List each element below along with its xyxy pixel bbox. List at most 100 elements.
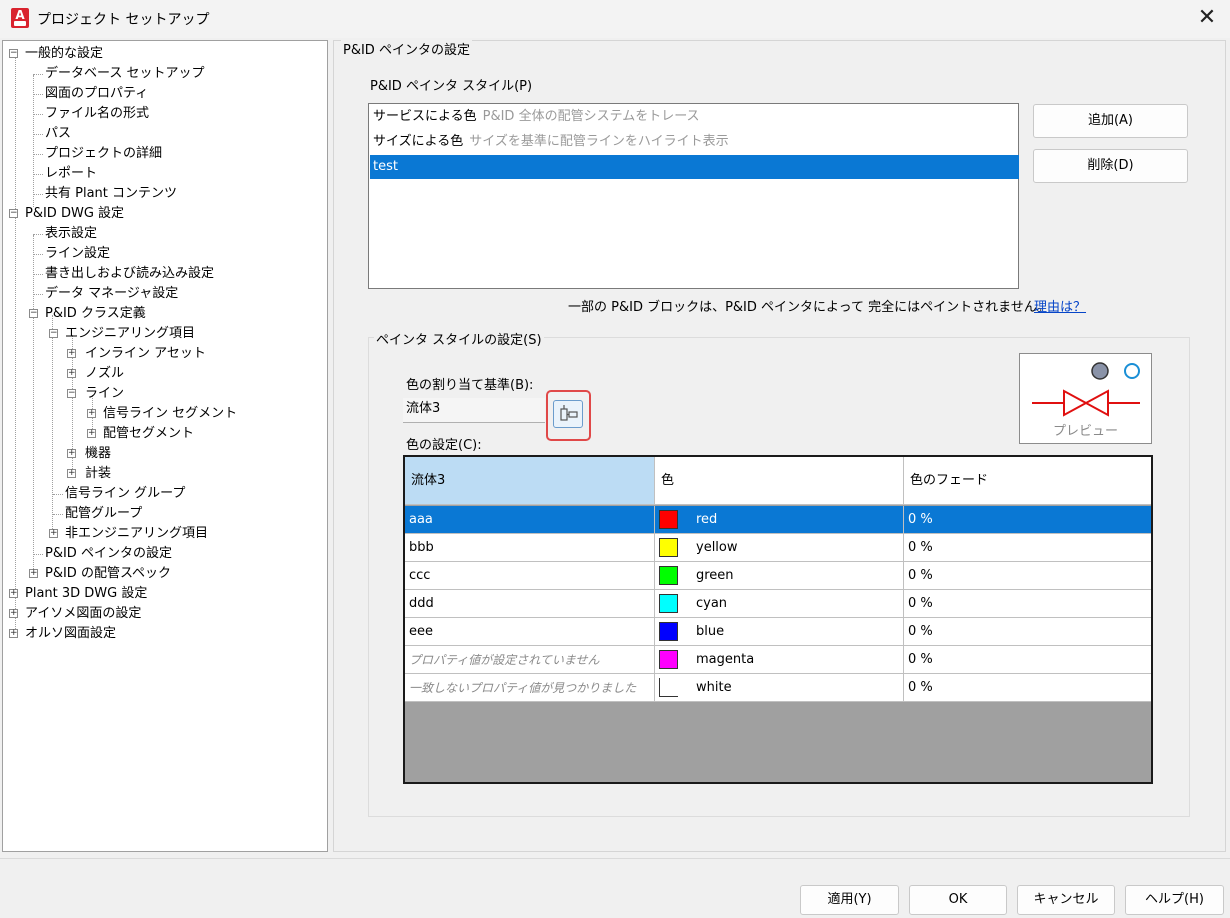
tree-expander[interactable]: +: [29, 569, 38, 578]
style-description: P&ID 全体の配管システムをトレース: [482, 109, 700, 124]
tree-expander[interactable]: +: [9, 589, 18, 598]
tree-item[interactable]: 配管セグメント: [103, 424, 194, 444]
tree-expander[interactable]: −: [67, 389, 76, 398]
tree-item[interactable]: 表示設定: [45, 224, 97, 244]
tree-expander[interactable]: +: [9, 609, 18, 618]
preview-box: プレビュー: [1019, 353, 1152, 444]
cell-color[interactable]: green: [655, 562, 904, 590]
cell-property-value[interactable]: プロパティ値が設定されていません: [405, 646, 655, 674]
tree-item[interactable]: 共有 Plant コンテンツ: [45, 184, 177, 204]
tree-item[interactable]: P&ID クラス定義: [45, 304, 146, 324]
cancel-button[interactable]: キャンセル: [1017, 885, 1115, 915]
tree-expander[interactable]: −: [9, 49, 18, 58]
tree-item[interactable]: データベース セットアップ: [45, 64, 204, 84]
cell-fade[interactable]: 0 %: [904, 562, 1151, 590]
tree-item[interactable]: 計装: [85, 464, 111, 484]
cell-property-value[interactable]: ccc: [405, 562, 655, 590]
tree-item[interactable]: 図面のプロパティ: [45, 84, 148, 104]
cell-fade[interactable]: 0 %: [904, 646, 1151, 674]
tree-item[interactable]: データ マネージャ設定: [45, 284, 178, 304]
style-list-item[interactable]: test: [370, 155, 1019, 179]
tree-item[interactable]: 一般的な設定: [25, 44, 103, 64]
delete-button[interactable]: 削除(D): [1033, 149, 1188, 183]
color-swatch: [659, 566, 678, 585]
tree-item[interactable]: エンジニアリング項目: [65, 324, 195, 344]
cell-property-value[interactable]: bbb: [405, 534, 655, 562]
tree-item[interactable]: ライン: [85, 384, 124, 404]
tree-item[interactable]: プロジェクトの詳細: [45, 144, 162, 164]
grid-header-fade[interactable]: 色のフェード: [904, 457, 1151, 505]
tree-item[interactable]: ノズル: [85, 364, 124, 384]
color-name: red: [696, 512, 718, 527]
cell-fade[interactable]: 0 %: [904, 506, 1151, 534]
cell-color[interactable]: cyan: [655, 590, 904, 618]
assign-property-field[interactable]: 流体3: [403, 398, 545, 423]
tree-item[interactable]: P&ID の配管スペック: [45, 564, 171, 584]
color-swatch: [659, 594, 678, 613]
cell-fade[interactable]: 0 %: [904, 590, 1151, 618]
tree-item[interactable]: P&ID DWG 設定: [25, 204, 124, 224]
color-name: white: [696, 680, 732, 695]
tree-item[interactable]: P&ID ペインタの設定: [45, 544, 172, 564]
cell-property-value[interactable]: ddd: [405, 590, 655, 618]
close-button[interactable]: ✕: [1190, 4, 1224, 34]
ok-button[interactable]: OK: [909, 885, 1007, 915]
tree-expander[interactable]: +: [67, 369, 76, 378]
tree-item[interactable]: オルソ図面設定: [25, 624, 116, 644]
style-list-item[interactable]: サイズによる色 サイズを基準に配管ラインをハイライト表示: [370, 130, 1019, 154]
tree-expander[interactable]: −: [9, 209, 18, 218]
color-swatch: [659, 538, 678, 557]
tree-expander[interactable]: +: [67, 449, 76, 458]
tree-item[interactable]: 非エンジニアリング項目: [65, 524, 208, 544]
cell-color[interactable]: magenta: [655, 646, 904, 674]
settings-tree[interactable]: − 一般的な設定 データベース セットアップ 図面のプロパティ ファイル名の形式 パス プロ…: [2, 40, 328, 852]
style-description: サイズを基準に配管ラインをハイライト表示: [469, 134, 729, 149]
tree-expander[interactable]: −: [29, 309, 38, 318]
cell-color[interactable]: red: [655, 506, 904, 534]
cell-color[interactable]: yellow: [655, 534, 904, 562]
cell-property-value[interactable]: 一致しないプロパティ値が見つかりました: [405, 674, 655, 702]
color-grid[interactable]: 流体3 色 色のフェード aaa red 0 % bbb yellow 0 % ccc gre…: [403, 455, 1153, 784]
cell-property-value[interactable]: aaa: [405, 506, 655, 534]
tree-expander[interactable]: +: [87, 429, 96, 438]
tree-item[interactable]: アイソメ図面の設定: [25, 604, 141, 624]
style-list-item[interactable]: サービスによる色 P&ID 全体の配管システムをトレース: [370, 105, 1019, 129]
tree-expander[interactable]: +: [9, 629, 18, 638]
cell-fade[interactable]: 0 %: [904, 618, 1151, 646]
tree-item[interactable]: 書き出しおよび読み込み設定: [45, 264, 214, 284]
tree-item[interactable]: ライン設定: [45, 244, 110, 264]
style-settings-title: ペインタ スタイルの設定(S): [374, 329, 544, 348]
tree-item[interactable]: レポート: [45, 164, 97, 184]
painter-style-list[interactable]: サービスによる色 P&ID 全体の配管システムをトレース サイズによる色 サイズを基準…: [368, 103, 1019, 289]
cell-color[interactable]: blue: [655, 618, 904, 646]
help-button[interactable]: ヘルプ(H): [1125, 885, 1224, 915]
cell-property-value[interactable]: eee: [405, 618, 655, 646]
painter-group-title: P&ID ペインタの設定: [341, 39, 472, 58]
tree-expander[interactable]: +: [67, 469, 76, 478]
tree-expander[interactable]: +: [49, 529, 58, 538]
color-swatch: [659, 650, 678, 669]
grid-header-value[interactable]: 流体3: [405, 457, 655, 505]
grid-header-color[interactable]: 色: [655, 457, 904, 505]
cell-fade[interactable]: 0 %: [904, 674, 1151, 702]
tree-item[interactable]: 信号ライン グループ: [65, 484, 185, 504]
color-swatch: [659, 622, 678, 641]
tree-item[interactable]: インライン アセット: [85, 344, 206, 364]
tree-expander[interactable]: +: [67, 349, 76, 358]
select-property-button[interactable]: [553, 400, 583, 428]
window-title: プロジェクト セットアップ: [37, 12, 210, 28]
apply-button[interactable]: 適用(Y): [800, 885, 899, 915]
tree-item[interactable]: 信号ライン セグメント: [103, 404, 237, 424]
tree-expander[interactable]: +: [87, 409, 96, 418]
tree-item[interactable]: パス: [45, 124, 71, 144]
tree-item[interactable]: 機器: [85, 444, 111, 464]
cell-fade[interactable]: 0 %: [904, 534, 1151, 562]
app-icon: A: [11, 8, 29, 28]
why-link[interactable]: 理由は？: [1034, 296, 1086, 315]
tree-item[interactable]: 配管グループ: [65, 504, 142, 524]
tree-item[interactable]: ファイル名の形式: [45, 104, 149, 124]
tree-item[interactable]: Plant 3D DWG 設定: [25, 584, 147, 604]
tree-expander[interactable]: −: [49, 329, 58, 338]
cell-color[interactable]: white: [655, 674, 904, 702]
add-button[interactable]: 追加(A): [1033, 104, 1188, 138]
